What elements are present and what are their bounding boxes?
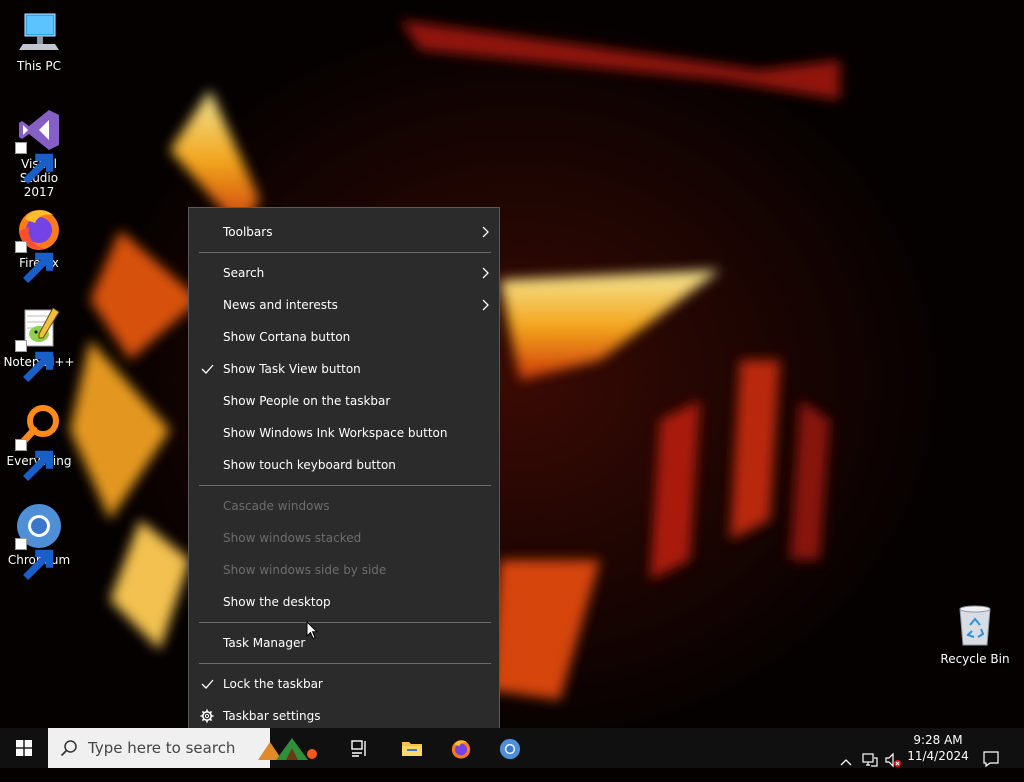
notification-center-icon[interactable] xyxy=(982,739,1000,779)
menu-item-label: Show the desktop xyxy=(223,595,331,609)
chevron-right-icon xyxy=(482,267,489,279)
menu-item-label: Show windows stacked xyxy=(223,531,362,545)
chromium-taskbar-button[interactable] xyxy=(485,728,533,768)
menu-item-label: Cascade windows xyxy=(223,499,330,513)
menu-item-show-windows-side-by-side: Show windows side by side xyxy=(189,555,499,585)
firefox-icon xyxy=(451,740,471,759)
volume-muted-icon[interactable] xyxy=(884,740,902,780)
checkmark-icon xyxy=(201,364,214,374)
computer-icon xyxy=(15,8,63,56)
menu-item-label: Show windows side by side xyxy=(223,563,387,577)
menu-item-show-windows-stacked: Show windows stacked xyxy=(189,523,499,553)
menu-item-search[interactable]: Search xyxy=(189,258,499,288)
menu-item-lock-the-taskbar[interactable]: Lock the taskbar xyxy=(189,669,499,699)
menu-separator xyxy=(199,663,491,664)
desktop-wallpaper xyxy=(0,0,1024,768)
menu-item-label: Taskbar settings xyxy=(223,709,321,723)
file-explorer-icon xyxy=(402,742,422,756)
file-explorer-button[interactable] xyxy=(387,728,435,768)
desktop-icon-everything[interactable]: Everything xyxy=(1,403,77,481)
menu-item-cascade-windows: Cascade windows xyxy=(189,491,499,521)
news-and-interests-button[interactable] xyxy=(258,728,317,768)
menu-item-label: Show Task View button xyxy=(223,362,361,376)
task-view-icon xyxy=(351,740,366,757)
checkmark-icon xyxy=(201,679,214,689)
network-icon[interactable] xyxy=(861,740,879,780)
menu-item-label: Show Cortana button xyxy=(223,330,351,344)
start-button[interactable] xyxy=(0,728,48,768)
search-icon xyxy=(60,740,77,757)
menu-item-taskbar-settings[interactable]: Taskbar settings xyxy=(189,701,499,731)
menu-separator xyxy=(199,252,491,253)
chevron-up-icon[interactable] xyxy=(839,742,853,782)
chevron-right-icon xyxy=(482,226,489,238)
visual-studio-icon xyxy=(15,106,63,184)
firefox-icon xyxy=(15,205,63,283)
desktop-icon-label: Recycle Bin xyxy=(940,652,1010,666)
menu-item-show-the-desktop[interactable]: Show the desktop xyxy=(189,587,499,617)
desktop-icon-chromium[interactable]: Chromium xyxy=(1,502,77,580)
taskbar[interactable]: Type here to search 9:28 AM 11/4/2024 xyxy=(0,728,1024,768)
menu-item-label: Show Windows Ink Workspace button xyxy=(223,426,448,440)
everything-search-icon xyxy=(15,403,63,481)
desktop-icon-visual-studio[interactable]: Visual Studio 2017 xyxy=(1,106,77,199)
shortcut-arrow-icon xyxy=(15,538,54,580)
desktop-icon-notepad-plus-plus[interactable]: Notepad++ xyxy=(1,304,77,382)
desktop-icon-label: This PC xyxy=(17,59,61,73)
menu-item-show-cortana-button[interactable]: Show Cortana button xyxy=(189,322,499,352)
gear-icon xyxy=(200,709,214,723)
task-view-button[interactable] xyxy=(336,728,384,768)
menu-item-news-and-interests[interactable]: News and interests xyxy=(189,290,499,320)
desktop-icon-this-pc[interactable]: This PC xyxy=(1,8,77,73)
camping-scene-icon xyxy=(258,738,317,760)
shortcut-arrow-icon xyxy=(15,241,54,283)
firefox-taskbar-button[interactable] xyxy=(436,728,484,768)
windows-logo-icon xyxy=(16,740,32,756)
menu-item-toolbars[interactable]: Toolbars xyxy=(189,217,499,247)
menu-item-label: Lock the taskbar xyxy=(223,677,323,691)
menu-item-label: Toolbars xyxy=(223,225,273,239)
menu-item-label: Task Manager xyxy=(223,636,306,650)
chromium-icon xyxy=(499,738,521,760)
menu-item-label: Search xyxy=(223,266,265,280)
chromium-icon xyxy=(15,502,63,580)
mouse-cursor-icon xyxy=(306,621,318,640)
chevron-right-icon xyxy=(482,299,489,311)
menu-item-label: Show People on the taskbar xyxy=(223,394,391,408)
menu-item-label: Show touch keyboard button xyxy=(223,458,396,472)
taskbar-search-box[interactable]: Type here to search xyxy=(48,728,270,768)
desktop-icon-firefox[interactable]: Firefox xyxy=(1,205,77,283)
menu-item-show-windows-ink-workspace-button[interactable]: Show Windows Ink Workspace button xyxy=(189,418,499,448)
shortcut-arrow-icon xyxy=(15,439,54,481)
taskbar-context-menu: Toolbars Search News and interests Show … xyxy=(188,207,500,739)
desktop-icon-recycle-bin[interactable]: Recycle Bin xyxy=(937,601,1013,666)
menu-item-show-task-view-button[interactable]: Show Task View button xyxy=(189,354,499,384)
search-placeholder: Type here to search xyxy=(88,739,236,757)
shortcut-arrow-icon xyxy=(15,142,54,184)
notepad-plus-plus-icon xyxy=(15,304,63,382)
taskbar-clock[interactable]: 9:28 AM 11/4/2024 xyxy=(902,732,974,764)
shortcut-arrow-icon xyxy=(15,340,54,382)
menu-separator xyxy=(199,622,491,623)
menu-item-task-manager[interactable]: Task Manager xyxy=(189,628,499,658)
menu-item-show-people-on-taskbar[interactable]: Show People on the taskbar xyxy=(189,386,499,416)
clock-time: 9:28 AM xyxy=(913,733,963,747)
menu-separator xyxy=(199,485,491,486)
recycle-bin-icon xyxy=(951,601,999,649)
menu-item-show-touch-keyboard-button[interactable]: Show touch keyboard button xyxy=(189,450,499,480)
clock-date: 11/4/2024 xyxy=(907,749,969,763)
menu-item-label: News and interests xyxy=(223,298,338,312)
